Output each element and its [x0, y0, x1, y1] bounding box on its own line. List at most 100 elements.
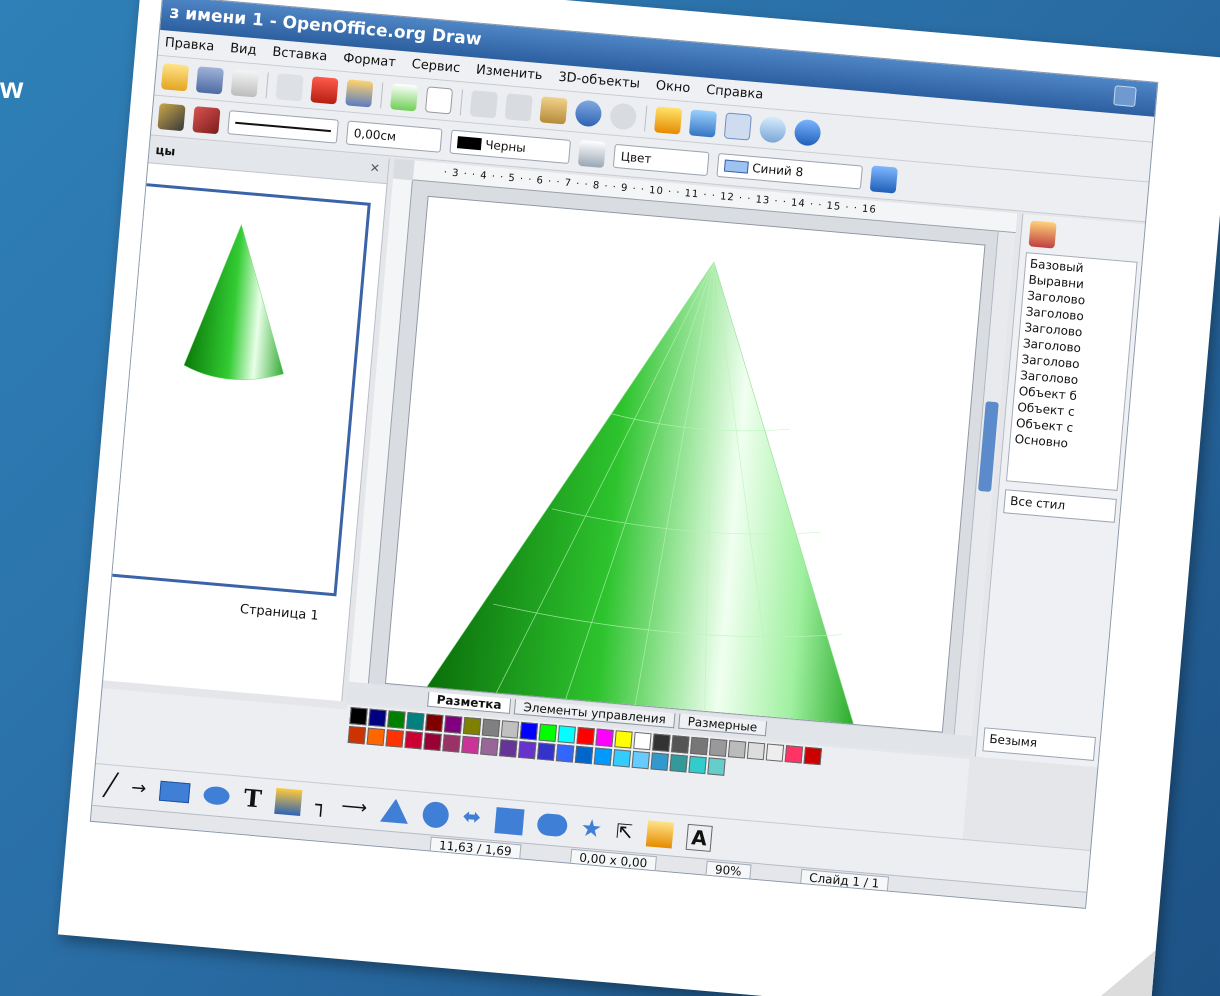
- symbol-shapes-icon[interactable]: [421, 800, 450, 829]
- print-icon[interactable]: [345, 78, 374, 108]
- cone-3d-object[interactable]: [386, 197, 986, 733]
- block-arrows-icon[interactable]: ⬌: [462, 804, 483, 831]
- open-icon[interactable]: [160, 62, 190, 91]
- palette-swatch[interactable]: [727, 740, 747, 759]
- palette-swatch[interactable]: [650, 752, 669, 771]
- line-width-field[interactable]: 0,00см: [345, 120, 443, 153]
- basic-shapes-icon[interactable]: [380, 798, 410, 824]
- help-icon[interactable]: [793, 118, 822, 147]
- arrow-style-icon[interactable]: [192, 105, 221, 134]
- points-icon[interactable]: ⇱: [615, 818, 634, 843]
- graphics-styles-icon[interactable]: [1028, 220, 1057, 249]
- menu-3d-objects[interactable]: 3D-объекты: [558, 70, 641, 92]
- palette-swatch[interactable]: [688, 755, 707, 775]
- page-thumbnail[interactable]: [102, 182, 371, 597]
- palette-swatch[interactable]: [707, 757, 726, 776]
- line-style-icon[interactable]: [157, 102, 186, 131]
- text-tool-icon[interactable]: T: [243, 783, 263, 813]
- menu-edit[interactable]: Правка: [164, 35, 215, 54]
- palette-swatch[interactable]: [631, 750, 650, 770]
- palette-swatch[interactable]: [500, 720, 520, 739]
- edit-file-icon[interactable]: [275, 72, 304, 101]
- fontwork-icon[interactable]: [645, 819, 674, 849]
- palette-swatch[interactable]: [368, 708, 387, 728]
- palette-swatch[interactable]: [555, 744, 575, 763]
- area-color-combo[interactable]: Синий 8: [716, 152, 863, 189]
- palette-swatch[interactable]: [387, 710, 406, 729]
- lines-arrows-icon[interactable]: ⟶: [340, 796, 368, 819]
- zoom-level[interactable]: 90%: [705, 860, 752, 880]
- side-bottom-field[interactable]: Безымя: [982, 727, 1097, 761]
- shadow-icon[interactable]: [869, 164, 898, 194]
- palette-swatch[interactable]: [366, 727, 385, 747]
- palette-swatch[interactable]: [784, 745, 804, 764]
- rectangle-tool-icon[interactable]: [159, 780, 191, 803]
- paste-icon[interactable]: [539, 95, 568, 125]
- palette-swatch[interactable]: [481, 718, 501, 738]
- palette-swatch[interactable]: [765, 743, 785, 762]
- palette-swatch[interactable]: [574, 745, 594, 765]
- palette-swatch[interactable]: [633, 731, 652, 751]
- palette-swatch[interactable]: [690, 736, 709, 756]
- palette-swatch[interactable]: [536, 742, 556, 761]
- palette-swatch[interactable]: [652, 733, 671, 752]
- styles-filter-combo[interactable]: Все стил: [1003, 489, 1117, 523]
- palette-swatch[interactable]: [557, 725, 576, 744]
- line-color-combo[interactable]: Черны: [449, 129, 572, 164]
- minimize-button[interactable]: [1113, 85, 1137, 108]
- palette-swatch[interactable]: [708, 738, 728, 757]
- palette-swatch[interactable]: [425, 713, 444, 733]
- connector-tool-icon[interactable]: ┐: [314, 792, 328, 817]
- palette-swatch[interactable]: [462, 716, 482, 736]
- spellcheck-icon[interactable]: [390, 82, 419, 111]
- zoom-icon[interactable]: [758, 115, 787, 144]
- palette-swatch[interactable]: [349, 707, 368, 726]
- drawing-page[interactable]: [384, 195, 986, 733]
- gluepoints-icon[interactable]: [723, 111, 752, 141]
- palette-swatch[interactable]: [404, 730, 423, 750]
- copy-icon[interactable]: [504, 92, 533, 121]
- menu-view[interactable]: Вид: [230, 41, 258, 58]
- scrollbar-thumb[interactable]: [978, 401, 999, 492]
- palette-swatch[interactable]: [746, 741, 766, 761]
- fontwork-gallery-icon[interactable]: A: [685, 823, 714, 852]
- palette-swatch[interactable]: [614, 730, 633, 749]
- palette-swatch[interactable]: [538, 723, 558, 742]
- palette-swatch[interactable]: [443, 715, 463, 734]
- palette-swatch[interactable]: [385, 729, 404, 748]
- area-icon[interactable]: [577, 139, 607, 168]
- cut-icon[interactable]: [469, 89, 498, 118]
- palette-swatch[interactable]: [423, 732, 442, 751]
- chart-icon[interactable]: [654, 105, 683, 135]
- palette-swatch[interactable]: [347, 725, 367, 745]
- redo-icon[interactable]: [609, 101, 638, 131]
- flowchart-icon[interactable]: [493, 806, 525, 835]
- palette-swatch[interactable]: [519, 721, 539, 741]
- save-icon[interactable]: [195, 65, 224, 94]
- palette-swatch[interactable]: [480, 737, 499, 756]
- close-icon[interactable]: ✕: [369, 161, 380, 176]
- autospellcheck-icon[interactable]: [424, 85, 454, 114]
- menu-help[interactable]: Справка: [706, 83, 764, 103]
- export-pdf-icon[interactable]: [310, 75, 339, 104]
- palette-swatch[interactable]: [595, 728, 614, 747]
- curve-tool-icon[interactable]: [274, 787, 303, 816]
- undo-icon[interactable]: [574, 98, 603, 128]
- menu-tools[interactable]: Сервис: [411, 57, 461, 76]
- tab-layout[interactable]: Разметка: [427, 691, 512, 714]
- palette-swatch[interactable]: [406, 711, 425, 731]
- palette-swatch[interactable]: [669, 754, 688, 773]
- ellipse-tool-icon[interactable]: [203, 785, 231, 806]
- palette-swatch[interactable]: [442, 734, 461, 753]
- callouts-icon[interactable]: [535, 812, 568, 837]
- menu-insert[interactable]: Вставка: [272, 45, 328, 65]
- menu-modify[interactable]: Изменить: [475, 63, 543, 84]
- palette-swatch[interactable]: [671, 735, 690, 754]
- line-tool-icon[interactable]: ╱: [103, 773, 118, 799]
- line-style-combo[interactable]: [227, 109, 339, 144]
- email-icon[interactable]: [230, 68, 259, 97]
- palette-swatch[interactable]: [803, 746, 822, 766]
- palette-swatch[interactable]: [612, 749, 632, 768]
- palette-swatch[interactable]: [518, 740, 537, 760]
- arrow-line-tool-icon[interactable]: →: [130, 777, 147, 799]
